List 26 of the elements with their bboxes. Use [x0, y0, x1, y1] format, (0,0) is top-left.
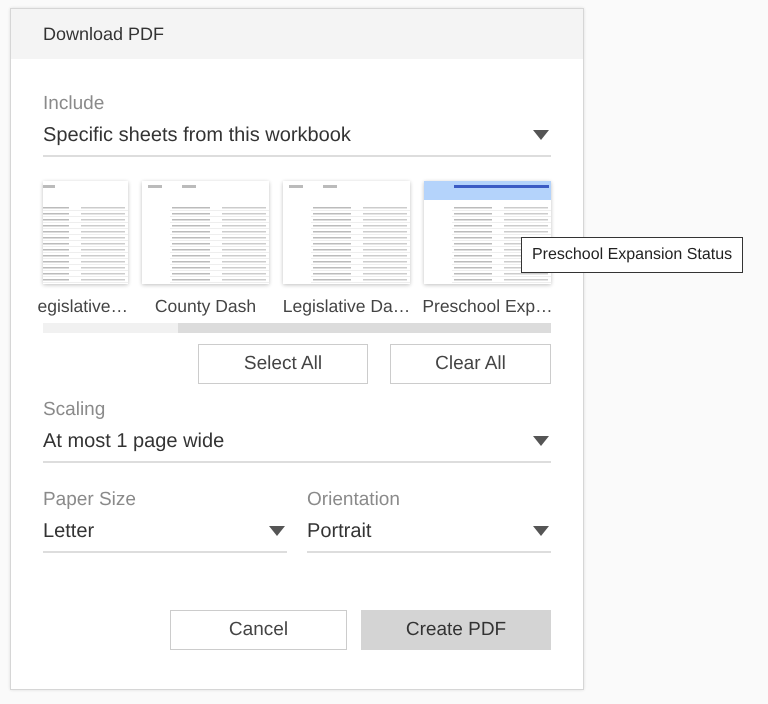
- dialog-title: Download PDF: [43, 24, 164, 44]
- scrollbar[interactable]: [43, 323, 551, 333]
- caret-icon: [269, 526, 285, 536]
- sheet-name: egislative…: [38, 296, 128, 317]
- orientation-label: Orientation: [307, 489, 400, 511]
- cancel-button[interactable]: Cancel: [170, 610, 347, 650]
- tooltip: Preschool Expansion Status: [521, 237, 744, 273]
- caret-icon: [533, 436, 549, 446]
- clear-all-button[interactable]: Clear All: [390, 344, 551, 384]
- caret-icon: [533, 526, 549, 536]
- scaling-dropdown[interactable]: At most 1 page wide: [43, 421, 551, 463]
- sheet-name: County Dash: [154, 296, 256, 317]
- paper-size-label: Paper Size: [43, 489, 136, 511]
- scrollbar-thumb[interactable]: [178, 323, 551, 333]
- include-label: Include: [43, 93, 104, 115]
- sheet-name: Legislative Da…: [282, 296, 410, 317]
- select-all-button[interactable]: Select All: [198, 344, 368, 384]
- create-pdf-button[interactable]: Create PDF: [361, 610, 551, 650]
- scaling-label: Scaling: [43, 399, 106, 421]
- caret-icon: [533, 130, 549, 140]
- sheet-thumbnail[interactable]: [142, 181, 269, 284]
- include-dropdown[interactable]: Specific sheets from this workbook: [43, 115, 551, 157]
- orientation-dropdown[interactable]: Portrait: [307, 511, 551, 553]
- paper-size-dropdown[interactable]: Letter: [43, 511, 287, 553]
- sheet-thumbnail[interactable]: [283, 181, 410, 284]
- sheet-name: Preschool Exp…: [422, 296, 553, 317]
